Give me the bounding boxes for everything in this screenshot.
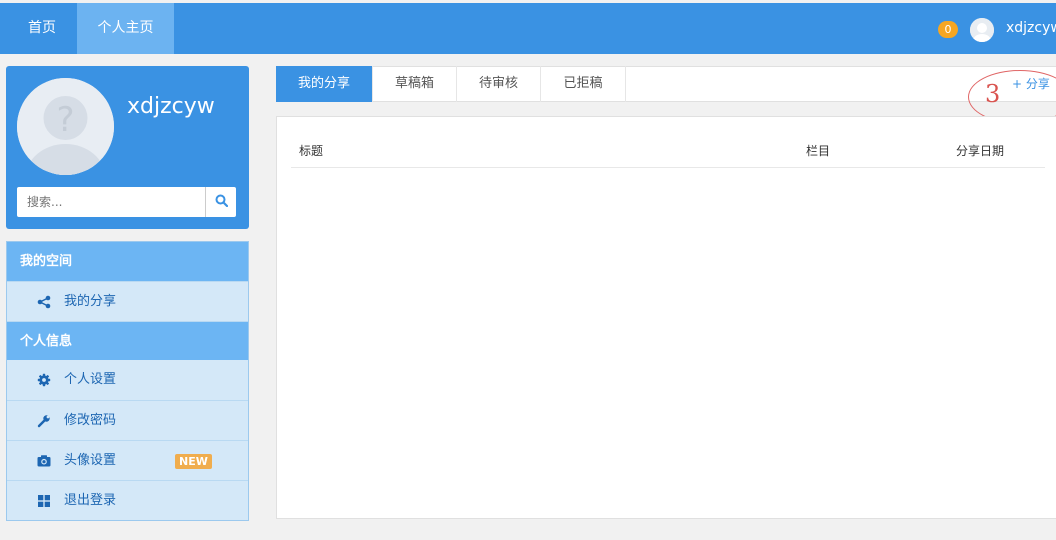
menu-item-label: 个人设置 (64, 372, 117, 387)
tab-drafts[interactable]: 草稿箱 (373, 66, 457, 102)
tab-my-share[interactable]: 我的分享 (276, 66, 373, 102)
profile-search (17, 187, 236, 217)
user-avatar-icon[interactable] (970, 18, 994, 42)
column-header-title: 标题 (299, 144, 324, 158)
share-icon (37, 295, 51, 309)
annotation-number: 3 (985, 80, 1001, 108)
menu-group-my-space[interactable]: 我的空间 (7, 242, 248, 281)
menu-group-personal-info[interactable]: 个人信息 (7, 321, 248, 360)
tab-pending[interactable]: 待审核 (457, 66, 541, 102)
notification-badge[interactable]: 0 (938, 21, 958, 38)
profile-avatar-icon[interactable]: ? (17, 78, 114, 175)
menu-item-settings[interactable]: 个人设置 (7, 360, 248, 400)
menu-item-label: 头像设置 (64, 452, 117, 468)
grid-icon (37, 494, 51, 508)
svg-text:?: ? (56, 100, 74, 140)
tab-rejected[interactable]: 已拒稿 (541, 66, 626, 102)
profile-card: ? xdjzcyw (6, 66, 249, 229)
search-button[interactable] (205, 187, 236, 217)
new-badge: NEW (175, 454, 212, 469)
search-icon (215, 194, 228, 211)
wrench-icon (37, 414, 51, 428)
table-header: 标题 栏目 分享日期 (291, 131, 1045, 168)
menu-item-label: 退出登录 (64, 492, 117, 508)
top-navbar: 首页 个人主页 0 xdjzcyw (0, 3, 1056, 54)
menu-item-label: 修改密码 (64, 412, 117, 428)
menu-item-label: 我的分享 (64, 293, 117, 309)
profile-name: xdjzcyw (127, 94, 215, 119)
column-header-share-date: 分享日期 (956, 144, 1005, 158)
menu-item-change-password[interactable]: 修改密码 (7, 400, 248, 440)
gear-icon (37, 373, 51, 387)
search-input[interactable] (17, 187, 203, 217)
camera-icon (37, 454, 51, 468)
nav-personal-home[interactable]: 个人主页 (77, 3, 174, 54)
menu-item-my-share[interactable]: 我的分享 (7, 281, 248, 321)
column-header-category: 栏目 (806, 144, 831, 158)
menu-item-avatar-settings[interactable]: 头像设置 NEW (7, 440, 248, 480)
content-tabs: 我的分享 草稿箱 待审核 已拒稿 (276, 66, 1056, 102)
content-panel: 标题 栏目 分享日期 (276, 116, 1056, 519)
nav-username[interactable]: xdjzcyw (1006, 3, 1056, 54)
nav-home[interactable]: 首页 (7, 3, 77, 54)
menu-item-logout[interactable]: 退出登录 (7, 480, 248, 520)
side-menu: 我的空间 我的分享 个人信息 个人设置 修改密码 头像设置 NEW 退出登录 (6, 241, 249, 521)
